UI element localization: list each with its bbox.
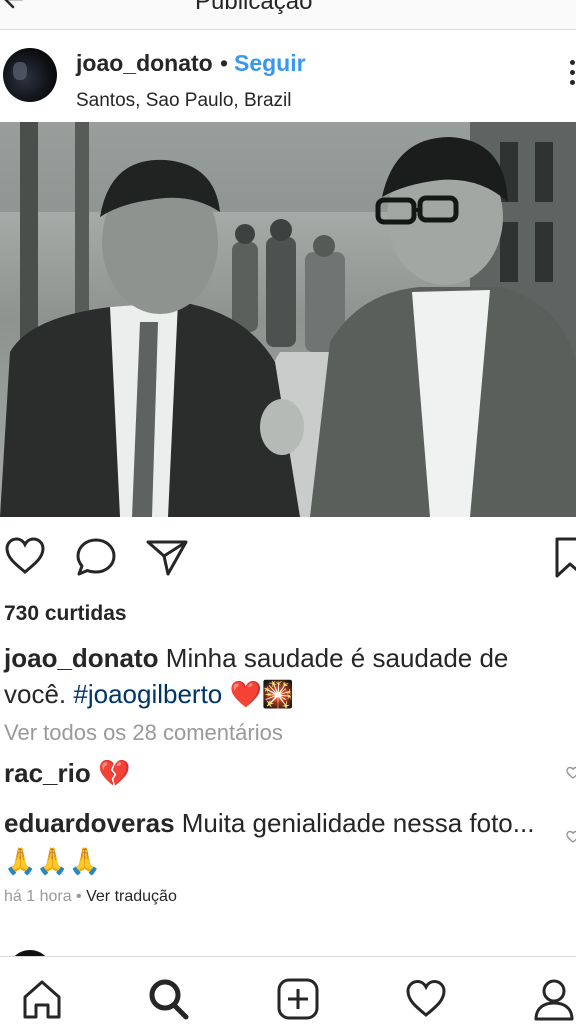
bottom-nav xyxy=(0,956,576,1024)
view-all-comments-link[interactable]: Ver todos os 28 comentários xyxy=(4,720,283,746)
comment-icon[interactable] xyxy=(74,536,118,578)
comment-item: eduardoveras Muita genialidade nessa fot… xyxy=(4,804,544,880)
likes-count[interactable]: 730 curtidas xyxy=(4,602,127,626)
share-icon[interactable] xyxy=(144,536,190,578)
translate-link[interactable]: Ver tradução xyxy=(86,888,177,905)
comment-username[interactable]: rac_rio xyxy=(4,758,91,788)
avatar[interactable] xyxy=(3,48,57,102)
caption-username[interactable]: joao_donato xyxy=(4,643,159,673)
comment-like-icon[interactable] xyxy=(566,830,576,844)
post-header: joao_donato • Seguir Santos, Sao Paulo, … xyxy=(0,36,576,118)
search-icon[interactable] xyxy=(146,977,190,1021)
caption-emoji: ❤️🎇 xyxy=(222,679,295,709)
comment-item: rac_rio 💔 xyxy=(4,758,130,789)
photo-image xyxy=(0,122,576,517)
more-vertical-icon[interactable] xyxy=(566,60,576,94)
comment-text: 💔 xyxy=(90,758,131,788)
separator-dot: • xyxy=(220,50,229,76)
post-username[interactable]: joao_donato xyxy=(76,50,213,77)
arrow-left-icon[interactable] xyxy=(2,0,28,12)
comment-like-icon[interactable] xyxy=(566,766,576,780)
add-post-icon[interactable] xyxy=(276,977,320,1021)
top-bar: Publicação xyxy=(0,0,576,30)
page-title: Publicação xyxy=(195,0,313,15)
profile-icon[interactable] xyxy=(532,977,576,1021)
bookmark-icon[interactable] xyxy=(554,536,576,580)
post-photo[interactable] xyxy=(0,122,576,517)
post-actions xyxy=(0,536,576,580)
post-time: há 1 hora xyxy=(4,888,72,905)
meta-separator: • xyxy=(71,888,87,905)
caption-hashtag[interactable]: #joaogilberto xyxy=(73,679,222,709)
follow-button[interactable]: Seguir xyxy=(234,50,306,77)
post-caption: joao_donato Minha saudade é saudade de v… xyxy=(4,640,572,712)
comment-username[interactable]: eduardoveras xyxy=(4,808,175,838)
home-icon[interactable] xyxy=(20,977,64,1021)
post-meta: há 1 hora • Ver tradução xyxy=(4,888,177,906)
heart-icon[interactable] xyxy=(4,536,46,576)
post-location[interactable]: Santos, Sao Paulo, Brazil xyxy=(76,90,291,112)
activity-heart-icon[interactable] xyxy=(404,977,448,1021)
